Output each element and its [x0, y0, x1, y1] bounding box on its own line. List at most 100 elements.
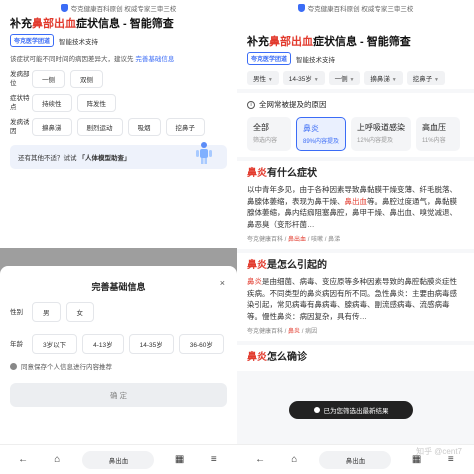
- title-symptom: 鼻部出血: [32, 18, 76, 30]
- shield-icon: [297, 4, 305, 12]
- gender-row: 性别 男 女: [0, 299, 237, 325]
- age-option[interactable]: 3岁以下: [32, 334, 78, 354]
- consent-text: 同意保存个人信息进行内容推荐: [21, 364, 112, 371]
- source-name: 夸克健康百科: [247, 237, 284, 243]
- bottom-toolbar: ← ⌂ 鼻出血 ▦ ≡: [0, 444, 237, 474]
- body-text: 是由细菌、病毒、变应原等多种因素导致的鼻腔黏膜炎症性疾病。不同类型的鼻炎病因有所…: [247, 277, 457, 321]
- back-arrow-icon[interactable]: ←: [251, 454, 269, 465]
- age-option[interactable]: 14-35岁: [128, 334, 174, 354]
- search-box[interactable]: 鼻出血: [319, 450, 392, 469]
- card-title-rest: 怎么确诊: [267, 352, 307, 363]
- home-icon[interactable]: ⌂: [48, 454, 66, 465]
- cause-name: 全部: [253, 123, 269, 132]
- result-card[interactable]: 鼻炎是怎么引起的 鼻炎是由细菌、病毒、变应原等多种因素导致的鼻腔黏膜炎症性疾病。…: [237, 253, 474, 341]
- home-icon[interactable]: ⌂: [285, 454, 303, 465]
- toast-icon: [313, 407, 320, 413]
- complete-info-link[interactable]: 完善基础信息: [135, 56, 174, 63]
- row-label: 症状特点: [10, 95, 30, 111]
- search-box[interactable]: 鼻出血: [82, 450, 155, 469]
- source-rest: 咳嗽 / 鼻涕: [311, 237, 341, 243]
- filter-label: 14-35岁: [288, 76, 312, 83]
- gender-option[interactable]: 男: [32, 302, 61, 322]
- source-rest: 病因: [305, 329, 318, 335]
- card-source: 夸克健康百科 / 鼻炎 / 病因: [247, 329, 318, 335]
- filter-label: 擤鼻涕: [370, 76, 390, 83]
- title-suffix: 症状信息 - 智能筛查: [76, 18, 174, 30]
- body-model-prompt[interactable]: 还有其他不适？试试 「人体模型助查」: [10, 142, 227, 169]
- source-name: 夸克健康百科: [247, 329, 284, 335]
- option-chip[interactable]: 一侧: [32, 70, 65, 88]
- filter-pill[interactable]: 14-35岁 ▼: [282, 71, 325, 85]
- option-chip[interactable]: 剧烈运动: [76, 118, 123, 136]
- filter-label: 男性: [253, 76, 266, 83]
- menu-icon[interactable]: ≡: [205, 454, 223, 465]
- page-title: 补充鼻部出血症状信息 - 智能筛查: [0, 16, 237, 32]
- check-icon[interactable]: [10, 362, 17, 370]
- card-title-rest: 有什么症状: [267, 168, 317, 179]
- brand-support: 智能技术支持: [296, 56, 336, 64]
- trigger-row: 发病诱因 擤鼻涕 剧烈运动 吸烟 挖鼻子: [0, 115, 237, 139]
- card-body: 以中青年多见，由于各种因素导致鼻黏膜干燥变薄、纤毛脱落、鼻腺体萎缩，表现为鼻干燥…: [247, 184, 464, 230]
- brand-tag: 夸克医学团道: [247, 52, 292, 65]
- brand-row: 夸克医学团道 智能技术支持: [0, 32, 237, 49]
- body-keyword: 鼻炎: [247, 277, 262, 286]
- cause-name: 上呼吸道感染: [357, 123, 406, 132]
- title-prefix: 补充: [247, 36, 269, 48]
- card-title: 鼻炎有什么症状: [247, 167, 464, 181]
- option-chip[interactable]: 双侧: [70, 70, 103, 88]
- watermark: 知乎 @cent7: [416, 447, 462, 456]
- toast-text: 已为您筛选出最新结果: [323, 408, 389, 415]
- cause-tab-uri[interactable]: 上呼吸道感染 12%内容提及: [351, 117, 412, 151]
- confirm-button[interactable]: 确 定: [10, 383, 227, 407]
- verify-text: 夸克健康百科原创 权威专家三审三校: [70, 6, 177, 13]
- card-title-rest: 是怎么引起的: [267, 260, 327, 271]
- consent-row[interactable]: 同意保存个人信息进行内容推荐: [0, 357, 237, 375]
- body-model-command[interactable]: 「人体模型助查」: [79, 152, 131, 162]
- apps-icon[interactable]: ▦: [171, 454, 189, 465]
- row-label: 发病诱因: [10, 119, 30, 135]
- basic-info-sheet: 完善基础信息 × 性别 男 女 年龄 3岁以下 4-13岁 14-35岁 36-…: [0, 266, 237, 474]
- filter-pill[interactable]: 男性 ▼: [247, 71, 279, 85]
- title-suffix: 症状信息 - 智能筛查: [313, 36, 411, 48]
- cause-percent: 筛选内容: [253, 138, 278, 144]
- gender-label: 性别: [10, 308, 23, 316]
- age-label: 年龄: [10, 340, 23, 348]
- card-body: 鼻炎是由细菌、病毒、变应原等多种因素导致的鼻腔黏膜炎症性疾病。不同类型的鼻炎病因…: [247, 276, 464, 322]
- brand-tag: 夸克医学团道: [10, 34, 55, 47]
- verify-banner: 夸克健康百科原创 权威专家三审三校: [0, 0, 237, 16]
- age-option[interactable]: 36-60岁: [178, 334, 224, 354]
- body-keyword: 鼻出血: [344, 196, 368, 206]
- cause-tab-hypertension[interactable]: 高血压 11%内容: [416, 117, 461, 151]
- result-card[interactable]: 鼻炎有什么症状 以中青年多见，由于各种因素导致鼻黏膜干燥变薄、纤毛脱落、鼻腺体萎…: [237, 161, 474, 249]
- cause-tab-all[interactable]: 全部 筛选内容: [247, 117, 291, 151]
- filter-bar: 男性 ▼ 14-35岁 ▼ 一侧 ▼ 擤鼻涕 ▼ 挖鼻子 ▼: [237, 67, 474, 89]
- option-chip[interactable]: 挖鼻子: [165, 118, 205, 136]
- source-tag: 鼻炎: [288, 329, 301, 335]
- cause-percent: 12%内容提及: [357, 138, 394, 144]
- age-option[interactable]: 4-13岁: [82, 334, 124, 354]
- close-icon[interactable]: ×: [220, 278, 225, 288]
- cause-name: 高血压: [422, 123, 447, 132]
- dropdown-icon: ▼: [267, 77, 273, 83]
- filter-pill[interactable]: 挖鼻子 ▼: [406, 71, 445, 85]
- option-chip[interactable]: 擤鼻涕: [32, 118, 72, 136]
- cause-tab-rhinitis[interactable]: 鼻炎 89%内容提及: [296, 117, 347, 151]
- toast: 已为您筛选出最新结果: [289, 401, 413, 419]
- option-chip[interactable]: 阵发性: [76, 94, 116, 112]
- gender-option[interactable]: 女: [65, 302, 94, 322]
- filter-pill[interactable]: 擤鼻涕 ▼: [364, 71, 403, 85]
- cause-percent: 89%内容提及: [303, 139, 340, 145]
- filter-pill[interactable]: 一侧 ▼: [328, 71, 361, 85]
- cause-percent: 11%内容: [422, 138, 446, 144]
- dropdown-icon: ▼: [434, 77, 439, 83]
- hint-text: 该症状可能不同时间的病因差异大，建议先 完善基础信息: [0, 49, 237, 67]
- causes-section: i 全网常被提及的原因 全部 筛选内容 鼻炎 89%内容提及 上呼吸道感染 12…: [237, 93, 474, 157]
- result-card[interactable]: 鼻炎怎么确诊: [237, 345, 474, 371]
- option-chip[interactable]: 吸烟: [127, 118, 161, 136]
- title-symptom: 鼻部出血: [269, 36, 313, 48]
- option-chip[interactable]: 持续性: [32, 94, 72, 112]
- dropdown-icon: ▼: [391, 77, 397, 83]
- back-arrow-icon[interactable]: ←: [14, 454, 32, 465]
- row-label: 发病部位: [10, 71, 30, 87]
- info-icon: i: [247, 100, 255, 109]
